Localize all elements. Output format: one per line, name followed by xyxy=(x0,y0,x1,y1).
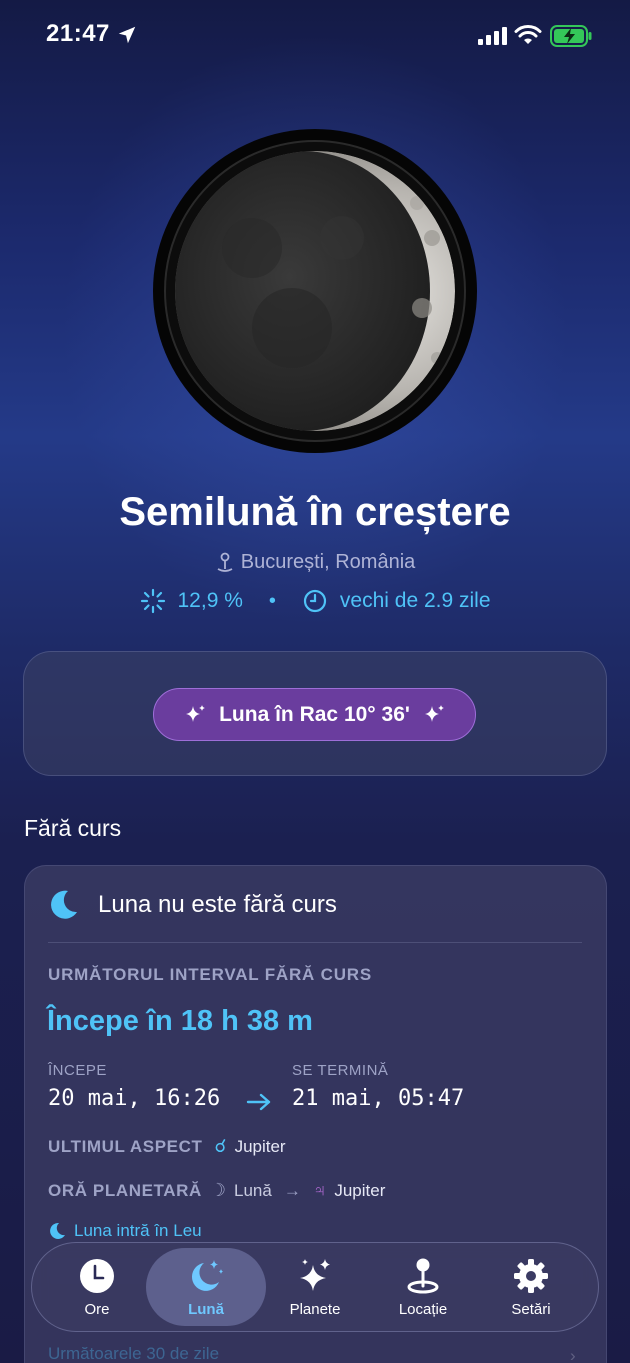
end-label: SE TERMINĂ xyxy=(292,1062,389,1079)
tab-setari[interactable]: Setări xyxy=(486,1248,576,1326)
crescent-moon-icon xyxy=(51,890,77,919)
status-time: 21:47 xyxy=(46,20,110,47)
clock-icon xyxy=(80,1258,114,1293)
status-bar: 21:47 xyxy=(0,0,630,70)
sparkle-icon xyxy=(186,704,206,722)
cellular-signal-icon xyxy=(478,27,507,45)
next-interval-label: URMĂTORUL INTERVAL FĂRĂ CURS xyxy=(48,965,373,984)
illumination-icon xyxy=(140,588,165,614)
location-row: București, România xyxy=(0,551,630,574)
void-status-row: Luna nu este fără curs xyxy=(48,888,337,922)
wifi-icon xyxy=(514,25,542,44)
conjunction-icon: ☌ xyxy=(214,1136,227,1156)
arrow-right-icon xyxy=(246,1093,271,1111)
planetary-arrow: → xyxy=(283,1180,301,1200)
moon-glyph-icon: ☽ xyxy=(209,1180,227,1200)
zodiac-sign-label: Luna în Rac 10° 36' xyxy=(219,702,410,726)
next-30-days-link[interactable]: Următoarele 30 de zile xyxy=(48,1344,219,1363)
moon-stars-icon xyxy=(191,1259,223,1291)
moon-phase-title: Semilună în creștere xyxy=(119,490,511,534)
tab-setari-label: Setări xyxy=(511,1300,551,1318)
moon-enters-row: Luna intră în Leu xyxy=(48,1221,202,1241)
planetary-hour-row: ORĂ PLANETARĂ ☽ Lună → ♃ Jupiter xyxy=(48,1180,385,1201)
jupiter-glyph-icon: ♃ xyxy=(312,1180,327,1200)
crescent-moon-icon xyxy=(50,1222,65,1239)
gear-icon xyxy=(514,1258,548,1293)
chevron-right-icon: › xyxy=(570,1346,576,1363)
illumination-value: 12,9 % xyxy=(177,589,243,612)
moon-age-value: vechi de 2.9 zile xyxy=(339,589,491,612)
planetary-from: Lună xyxy=(234,1180,272,1200)
zodiac-sign-pill[interactable]: Luna în Rac 10° 36' xyxy=(153,688,476,741)
tab-luna[interactable]: Lună xyxy=(146,1248,266,1326)
tab-planete[interactable]: Planete xyxy=(270,1248,360,1326)
location-pin-icon xyxy=(217,552,233,572)
start-value: 20 mai, 16:26 xyxy=(48,1086,221,1111)
card-divider xyxy=(48,942,582,943)
moon-enters-text: Luna intră în Leu xyxy=(74,1221,202,1240)
battery-charging-icon xyxy=(550,25,592,47)
tab-ore[interactable]: Ore xyxy=(52,1248,142,1326)
sparkle-icon xyxy=(424,704,444,722)
void-countdown: Începe în 18 h 38 m xyxy=(47,1005,313,1037)
end-value: 21 mai, 05:47 xyxy=(292,1086,465,1111)
location-pin-icon xyxy=(407,1258,439,1293)
tab-locatie[interactable]: Locație xyxy=(378,1248,468,1326)
planetary-to: Jupiter xyxy=(334,1180,386,1200)
clock-icon xyxy=(303,589,327,613)
start-label: ÎNCEPE xyxy=(48,1062,107,1079)
location-text: București, România xyxy=(240,551,416,573)
moon-stats-row: 12,9 % • vechi de 2.9 zile xyxy=(0,588,630,614)
moon-phase-image xyxy=(153,129,477,453)
void-status-text: Luna nu este fără curs xyxy=(98,891,337,918)
tab-luna-label: Lună xyxy=(188,1300,224,1318)
last-aspect-row: ULTIMUL ASPECT ☌ Jupiter xyxy=(48,1136,286,1157)
tab-ore-label: Ore xyxy=(84,1300,110,1318)
sparkles-icon xyxy=(300,1258,330,1291)
location-arrow-icon xyxy=(118,26,136,44)
tab-locatie-label: Locație xyxy=(398,1300,448,1318)
planetary-hour-label: ORĂ PLANETARĂ xyxy=(48,1180,202,1200)
last-aspect-value: Jupiter xyxy=(234,1136,286,1156)
last-aspect-label: ULTIMUL ASPECT xyxy=(48,1136,203,1156)
tab-planete-label: Planete xyxy=(289,1300,341,1318)
stats-separator: • xyxy=(268,589,276,612)
void-section-title: Fără curs xyxy=(24,815,122,841)
